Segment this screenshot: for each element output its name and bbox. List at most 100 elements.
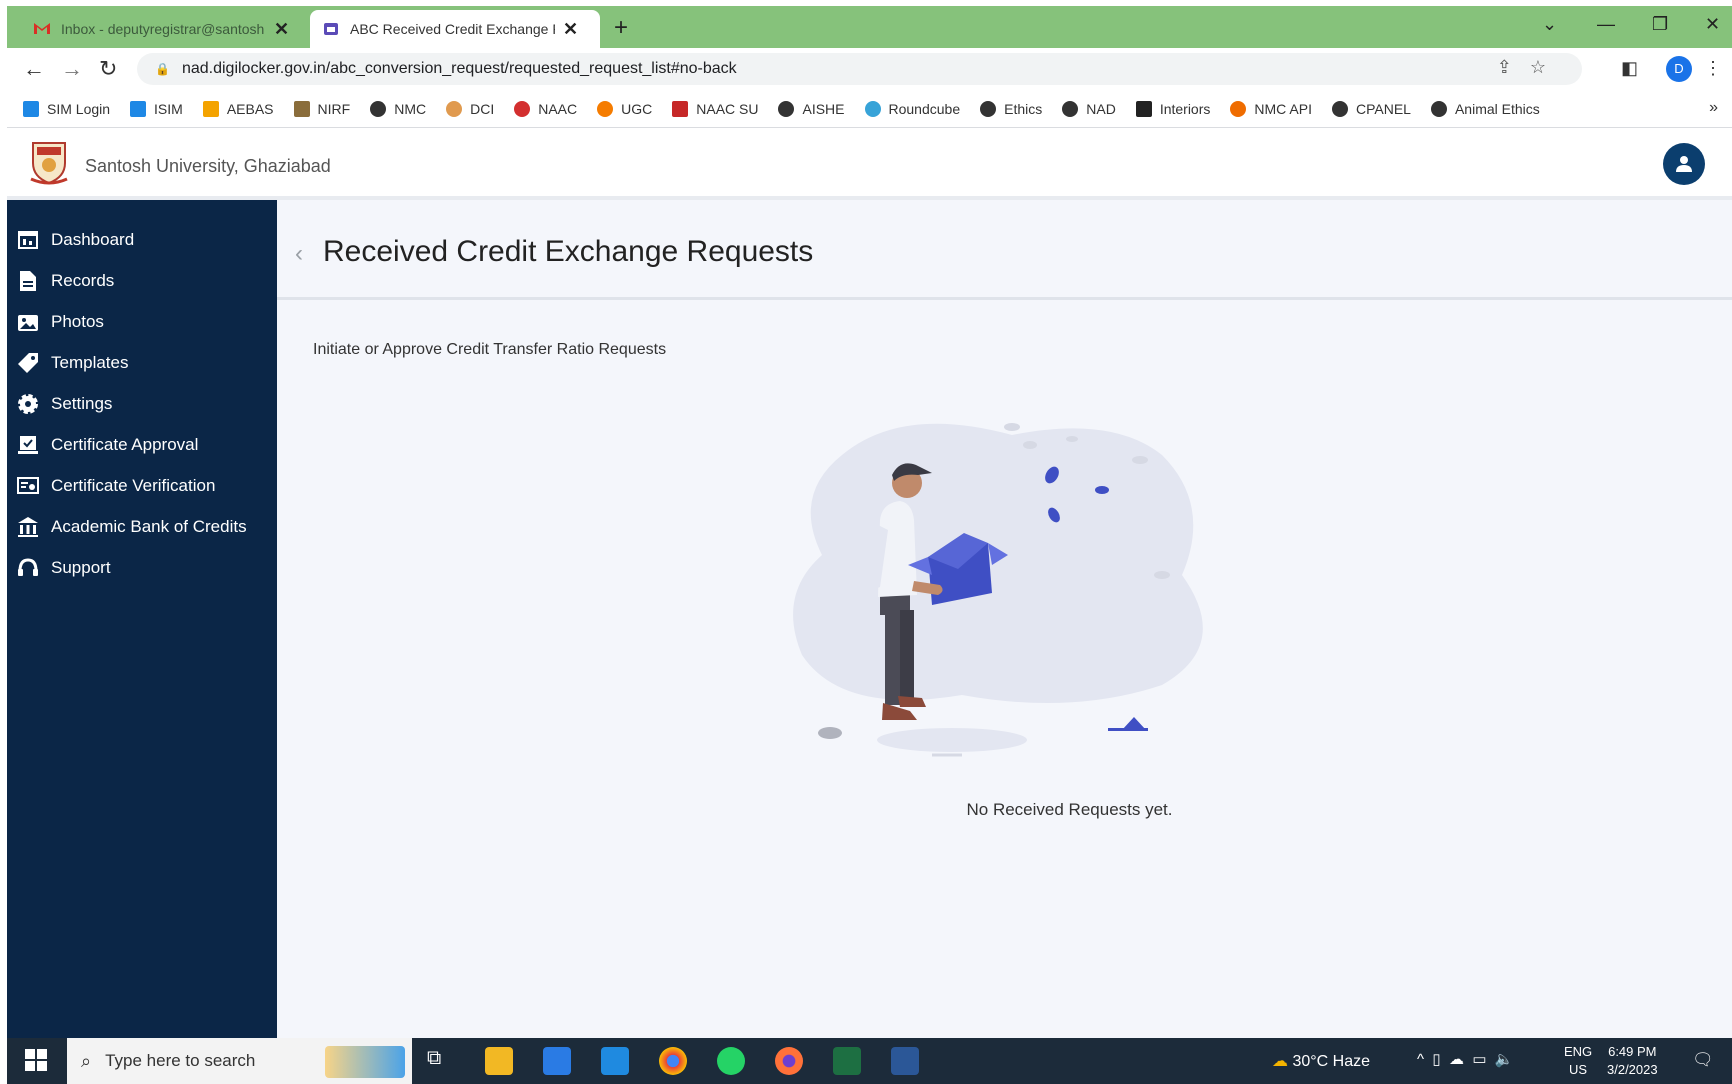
sidebar-item-label: Certificate Verification [51,476,216,495]
bookmark-item[interactable]: Interiors [1135,100,1210,117]
close-tab-icon[interactable]: ✕ [563,19,578,40]
lock-icon: 🔒 [155,62,170,76]
sidebar-item-photos[interactable]: Photos [7,304,277,340]
page-header: ‹ Received Credit Exchange Requests [277,200,1732,300]
bookmark-item[interactable]: AISHE [778,100,845,117]
back-icon[interactable]: ← [23,56,45,82]
globe-icon [1062,100,1079,117]
roundcube-icon [864,100,881,117]
sidebar-item-label: Support [51,558,111,577]
task-view-icon[interactable]: ⧉ [427,1047,455,1075]
main-content: ‹ Received Credit Exchange Requests Init… [277,200,1732,1038]
sidebar-item-templates[interactable]: Templates [7,345,277,381]
windows-start-icon[interactable] [25,1049,47,1071]
gmail-icon [33,21,51,37]
certificate-approval-icon [17,434,39,456]
search-icon: ⌕ [81,1050,92,1071]
firefox-icon[interactable] [775,1047,803,1075]
bookmark-item[interactable]: Roundcube [864,100,960,117]
file-explorer-icon[interactable] [485,1047,513,1075]
reload-icon[interactable]: ↻ [99,56,117,82]
bookmark-item[interactable]: NMC API [1230,100,1312,117]
globe-icon [370,100,387,117]
sidebar-item-dashboard[interactable]: Dashboard [7,222,277,258]
taskbar-clock[interactable]: 6:49 PM 3/2/2023 [1607,1043,1658,1079]
bookmark-item[interactable]: Ethics [980,100,1042,117]
word-icon[interactable] [891,1047,919,1075]
bookmark-item[interactable]: UGC [597,100,652,117]
user-avatar[interactable] [1663,143,1705,185]
tab-search-icon[interactable]: ⌄ [1542,14,1557,35]
bookmark-item[interactable]: NIRF [293,100,350,117]
dci-icon [446,100,463,117]
onedrive-icon: ☁ [1449,1051,1464,1068]
sidebar-item-academic-bank-of-credits[interactable]: Academic Bank of Credits [7,509,277,545]
bookmark-item[interactable]: AEBAS [202,100,274,117]
sidebar-item-label: Academic Bank of Credits [51,517,247,536]
mail-icon[interactable] [601,1047,629,1075]
browser-toolbar: ← → ↻ 🔒 nad.digilocker.gov.in/abc_conver… [7,48,1732,90]
share-icon[interactable]: ⇪ [1497,57,1530,77]
more-bookmarks-icon[interactable]: » [1709,99,1718,117]
notification-icon[interactable]: 🗨 [1692,1050,1714,1070]
taskbar-search-placeholder: Type here to search [105,1051,256,1070]
bookmarks-bar: SIM Login ISIM AEBAS NIRF NMC DCI NAAC U… [7,90,1732,128]
empty-box-illustration [793,423,1203,757]
sidebar-item-certificate-approval[interactable]: Certificate Approval [7,427,277,463]
sidebar-item-label: Settings [51,394,113,413]
page-title: Received Credit Exchange Requests [323,235,814,268]
system-tray[interactable]: ^ ▯ ☁ ▭ 🔈 [1417,1050,1514,1068]
bookmark-item[interactable]: NAAC SU [672,100,758,117]
excel-icon[interactable] [833,1047,861,1075]
url-text: nad.digilocker.gov.in/abc_conversion_req… [181,60,737,77]
taskbar-search-box[interactable]: ⌕ Type here to search [67,1038,412,1084]
volume-icon: 🔈 [1494,1051,1514,1068]
tab-title: ABC Received Credit Exchange Re [350,21,555,37]
templates-icon [17,352,39,374]
store-icon[interactable] [543,1047,571,1075]
sidebar-item-label: Records [51,271,115,290]
bookmark-item[interactable]: NAD [1062,100,1116,117]
whatsapp-icon[interactable] [717,1047,745,1075]
sidebar-item-label: Templates [51,353,129,372]
tab-inbox[interactable]: Inbox - deputyregistrar@santosh ✕ [21,10,306,48]
sidebar: Dashboard Records Photos Templates Setti… [7,200,277,1038]
photos-icon [17,311,39,333]
naac-su-icon [672,100,689,117]
bookmark-star-icon[interactable]: ☆ [1530,57,1564,77]
address-bar[interactable]: 🔒 nad.digilocker.gov.in/abc_conversion_r… [137,53,1582,85]
isim-icon [130,100,147,117]
bookmark-item[interactable]: Animal Ethics [1430,100,1540,117]
university-logo[interactable] [27,139,71,185]
site-header: Santosh University, Ghaziabad [7,129,1732,200]
nmc-api-icon [1230,100,1247,117]
restore-icon[interactable]: ❐ [1652,14,1668,35]
sidebar-item-certificate-verification[interactable]: Certificate Verification [7,468,277,504]
new-tab-button[interactable]: + [614,14,628,42]
profile-avatar[interactable]: D [1666,56,1692,82]
globe-icon [1430,100,1447,117]
settings-icon [17,393,39,415]
language-indicator[interactable]: ENG US [1564,1043,1592,1079]
chrome-icon[interactable] [659,1047,687,1075]
bookmark-item[interactable]: ISIM [130,100,183,117]
tab-abc-received-credit-exchange[interactable]: ABC Received Credit Exchange Re ✕ [310,10,600,48]
bookmark-item[interactable]: SIM Login [23,100,110,117]
bookmark-item[interactable]: NAAC [514,100,577,117]
menu-icon[interactable]: ⋮ [1704,58,1722,79]
tab-title: Inbox - deputyregistrar@santosh [61,21,265,37]
bookmark-item[interactable]: CPANEL [1331,100,1411,117]
bookmark-item[interactable]: NMC [370,100,426,117]
minimize-icon[interactable]: — [1597,14,1615,35]
sidebar-item-settings[interactable]: Settings [7,386,277,422]
close-window-icon[interactable]: ✕ [1705,14,1720,35]
bookmark-item[interactable]: DCI [446,100,494,117]
weather-widget[interactable]: ☁ 30°C Haze [1272,1051,1370,1071]
sidebar-item-support[interactable]: Support [7,550,277,586]
close-tab-icon[interactable]: ✕ [274,19,289,40]
side-panel-icon[interactable]: ◧ [1621,58,1638,79]
forward-icon[interactable]: → [61,56,83,82]
network-icon: ▭ [1472,1051,1487,1068]
chevron-left-icon[interactable]: ‹ [295,240,303,268]
sidebar-item-records[interactable]: Records [7,263,277,299]
